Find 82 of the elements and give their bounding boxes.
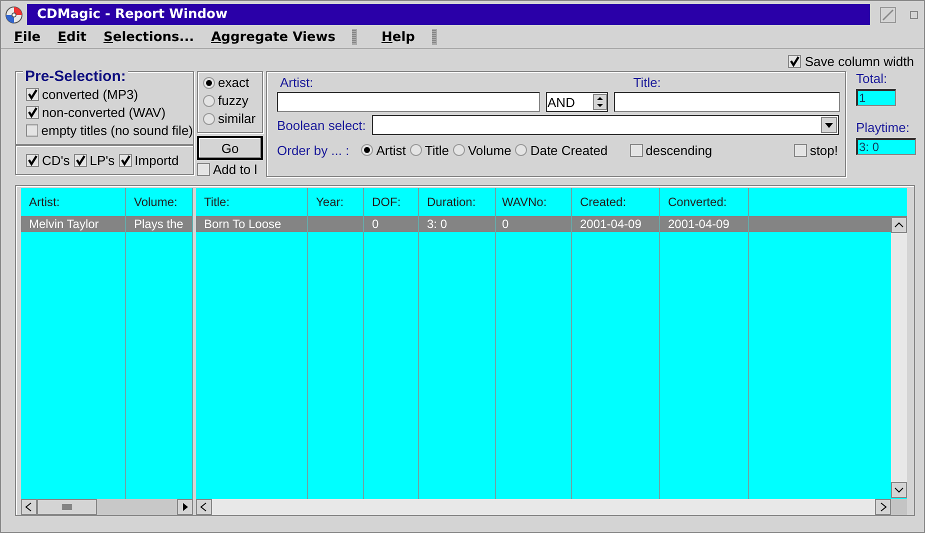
column-header[interactable]: Created:: [572, 188, 659, 216]
checkbox-label: Add to l: [213, 162, 258, 177]
checkbox-label: stop!: [810, 142, 838, 158]
field-label: Boolean select:: [277, 118, 366, 132]
grip-icon: [432, 29, 437, 45]
boolean-select-dropdown[interactable]: [372, 115, 839, 135]
column-header[interactable]: Title:: [196, 188, 307, 216]
vertical-scrollbar[interactable]: [891, 217, 907, 498]
menu-item[interactable]: Edit: [58, 30, 86, 44]
radio-button[interactable]: [203, 76, 215, 88]
artist-field[interactable]: [277, 92, 540, 112]
operator-spinner[interactable]: AND: [546, 92, 608, 112]
scroll-left-icon[interactable]: [196, 499, 212, 515]
checkbox-label: non-converted (WAV): [42, 105, 166, 120]
checkbox[interactable]: [74, 154, 87, 166]
column-header[interactable]: Duration:: [419, 188, 495, 216]
checkbox[interactable]: [26, 88, 39, 101]
menu-item[interactable]: Aggregate Views: [211, 30, 336, 44]
field-label: Order by ... :: [277, 142, 350, 158]
column-header[interactable]: DOF:: [364, 188, 418, 216]
table-cell: 2001-04-09: [660, 216, 748, 232]
checkbox-label: converted (MP3): [42, 87, 138, 102]
scroll-right-icon[interactable]: [875, 499, 891, 515]
grip-icon: [352, 29, 358, 45]
checkbox[interactable]: [794, 144, 807, 156]
table-cell: Born To Loose: [196, 216, 307, 232]
checkbox[interactable]: [26, 106, 39, 119]
radio-button[interactable]: [452, 144, 465, 156]
table-cell: 0: [496, 216, 571, 232]
radio-button[interactable]: [203, 94, 215, 106]
table-cell: Melvin Taylor: [21, 216, 125, 232]
table-cell: 3: 0: [419, 216, 495, 232]
checkbox[interactable]: [197, 163, 210, 176]
checkbox[interactable]: [788, 54, 801, 68]
disc-icon[interactable]: [5, 6, 23, 24]
column-header[interactable]: Converted:: [660, 188, 748, 216]
radio-label: Volume: [468, 142, 512, 158]
radio-label: Date Created: [530, 142, 608, 158]
table-cell: Plays the: [126, 216, 192, 232]
field-label: Title:: [633, 74, 661, 90]
checkbox[interactable]: [118, 154, 132, 166]
total-label: Total:: [856, 71, 888, 86]
checkbox[interactable]: [630, 144, 643, 156]
radio-button[interactable]: [203, 112, 215, 124]
scroll-right-icon[interactable]: [177, 499, 193, 515]
radio-label: Artist: [376, 142, 406, 158]
radio-button[interactable]: [361, 144, 374, 156]
scrollbar-corner: [891, 499, 907, 515]
checkbox-label: Importd: [134, 152, 179, 168]
window-title: CDMagic - Report Window: [37, 7, 228, 22]
column-header[interactable]: Artist:: [21, 188, 125, 216]
playtime-label: Playtime:: [856, 120, 910, 135]
table-cell: 2001-04-09: [572, 216, 659, 232]
column-header[interactable]: WAVNo:: [496, 188, 571, 216]
field-label: Artist:: [280, 74, 314, 90]
title-field[interactable]: [614, 92, 840, 112]
scrollbar-thumb[interactable]: [37, 499, 97, 515]
menu-item[interactable]: Selections...: [104, 30, 194, 44]
column-header[interactable]: Year:: [308, 188, 363, 216]
scroll-left-icon[interactable]: [21, 499, 37, 515]
checkbox-label: Save column width: [804, 54, 914, 68]
checkbox-label: descending: [646, 142, 712, 158]
radio-button[interactable]: [515, 144, 528, 156]
column-header[interactable]: Volume:: [126, 188, 192, 216]
total-value: 1: [856, 89, 896, 106]
table-cell: 0: [364, 216, 418, 232]
radio-button[interactable]: [410, 144, 422, 156]
checkbox-label: empty titles (no sound file): [41, 123, 193, 138]
checkbox[interactable]: [26, 124, 38, 137]
checkbox[interactable]: [26, 154, 39, 166]
scroll-up-icon[interactable]: [891, 217, 907, 233]
menu-item[interactable]: Help: [381, 30, 415, 44]
checkbox-label: LP's: [90, 152, 115, 168]
radio-label: exact: [218, 75, 250, 90]
playtime-value: 3: 0: [856, 138, 916, 155]
radio-label: Title: [424, 142, 449, 158]
radio-label: fuzzy: [218, 93, 248, 108]
scroll-down-icon[interactable]: [891, 482, 907, 498]
go-button[interactable]: Go: [197, 136, 263, 160]
checkbox-label: CD's: [42, 152, 70, 168]
radio-label: similar: [218, 111, 256, 126]
menu-item[interactable]: File: [14, 30, 41, 44]
